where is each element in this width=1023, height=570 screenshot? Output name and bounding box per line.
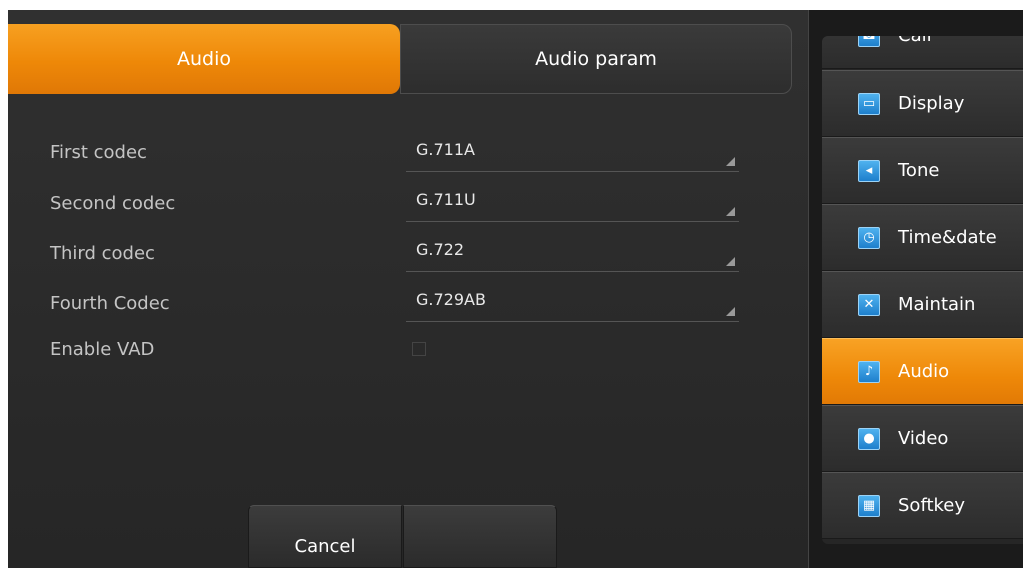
first-codec-label: First codec	[50, 142, 147, 163]
menu-item-label: Time&date	[898, 227, 997, 248]
menu-item-label: Maintain	[898, 294, 976, 315]
menu-item-maintain[interactable]: ✕ Maintain	[822, 271, 1023, 338]
second-codec-select[interactable]: G.711U	[406, 186, 739, 222]
third-codec-select[interactable]: G.722	[406, 236, 739, 272]
tab-audio-param-label: Audio param	[535, 48, 657, 70]
microphone-icon: ♪	[858, 360, 880, 383]
menu-item-label: Audio	[898, 361, 950, 382]
menu-item-display[interactable]: ▭ Display	[822, 70, 1023, 137]
enable-vad-checkbox[interactable]	[412, 342, 426, 356]
menu-item-label: Tone	[898, 160, 940, 181]
phone-icon: ☎	[858, 36, 880, 47]
menu-item-label: Video	[898, 428, 949, 449]
fourth-codec-select[interactable]: G.729AB	[406, 286, 739, 322]
phone-screen: Audio Audio param First codec G.711A Sec…	[8, 10, 1023, 568]
menu-item-label: Call	[898, 36, 932, 46]
second-codec-label: Second codec	[50, 193, 176, 214]
menu-item-time-date[interactable]: ◷ Time&date	[822, 204, 1023, 271]
menu-item-video[interactable]: ● Video	[822, 405, 1023, 472]
menu-item-label: Display	[898, 93, 965, 114]
dropdown-arrow-icon	[726, 257, 735, 266]
side-menu: ☎ Call ▭ Display ◂ Tone ◷ Time&date ✕ Ma…	[822, 36, 1023, 544]
menu-item-call[interactable]: ☎ Call	[822, 36, 1023, 69]
fourth-codec-label: Fourth Codec	[50, 293, 170, 314]
dropdown-arrow-icon	[726, 307, 735, 316]
first-codec-select[interactable]: G.711A	[406, 136, 739, 172]
wrench-icon: ✕	[858, 293, 880, 316]
tab-audio[interactable]: Audio	[8, 24, 400, 94]
fourth-codec-value: G.729AB	[416, 290, 486, 309]
menu-item-label: Softkey	[898, 495, 966, 516]
speaker-icon: ◂	[858, 159, 880, 182]
menu-item-tone[interactable]: ◂ Tone	[822, 137, 1023, 204]
menu-item-softkey[interactable]: ▦ Softkey	[822, 472, 1023, 539]
cancel-button-label: Cancel	[294, 536, 356, 557]
enable-vad-label: Enable VAD	[50, 339, 155, 360]
save-button[interactable]	[403, 505, 557, 568]
menu-item-audio[interactable]: ♪ Audio	[822, 338, 1023, 405]
dropdown-arrow-icon	[726, 207, 735, 216]
third-codec-value: G.722	[416, 240, 465, 259]
camera-icon: ●	[858, 427, 880, 450]
settings-panel: Audio Audio param First codec G.711A Sec…	[8, 10, 808, 568]
tab-audio-param[interactable]: Audio param	[400, 24, 792, 94]
second-codec-value: G.711U	[416, 190, 476, 209]
first-codec-value: G.711A	[416, 140, 475, 159]
third-codec-label: Third codec	[50, 243, 155, 264]
dropdown-arrow-icon	[726, 157, 735, 166]
keyboard-icon: ▦	[858, 494, 880, 517]
tab-audio-label: Audio	[176, 48, 231, 70]
cancel-button[interactable]: Cancel	[248, 505, 402, 568]
clock-icon: ◷	[858, 226, 880, 249]
monitor-icon: ▭	[858, 92, 880, 115]
